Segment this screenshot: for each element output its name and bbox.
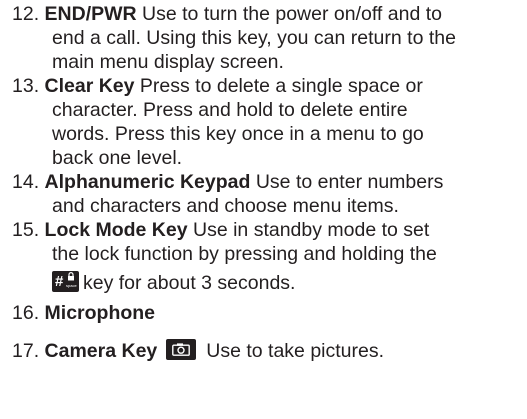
hash-symbol: # xyxy=(55,273,64,291)
item-number: 14. xyxy=(12,171,40,193)
item-text: Use to turn the power on/off and to xyxy=(142,3,442,25)
list-item-17: 17. Camera Key Use to take pictures. xyxy=(12,339,384,363)
camera-glyph xyxy=(172,343,191,357)
camera-icon xyxy=(166,339,197,361)
item-text: Use to take pictures. xyxy=(206,340,385,362)
item-term: Alphanumeric Keypad xyxy=(44,171,251,193)
hash-key-icon: # space xyxy=(52,271,79,293)
item-text: and characters and choose menu items. xyxy=(52,195,399,217)
item-term: Camera Key xyxy=(44,340,158,362)
item-term: END/PWR xyxy=(44,3,137,25)
item-term: Clear Key xyxy=(44,75,135,97)
item-text: Press to delete a single space or xyxy=(139,75,423,97)
item-text: Use in standby mode to set xyxy=(193,219,430,241)
space-label: space xyxy=(66,283,77,289)
item-text: the lock function by pressing and holdin… xyxy=(52,243,437,265)
item-text: back one level. xyxy=(52,147,183,169)
item-text-line: # space key for about 3 seconds. xyxy=(52,271,295,295)
manual-page: 12. END/PWR Use to turn the power on/off… xyxy=(0,0,527,419)
item-number: 12. xyxy=(12,3,40,25)
item-term: Lock Mode Key xyxy=(44,219,188,241)
item-number: 16. xyxy=(12,302,40,324)
list-item-13: 13. Clear Key Press to delete a single s… xyxy=(12,74,423,98)
item-number: 15. xyxy=(12,219,40,241)
item-text: key for about 3 seconds. xyxy=(83,272,296,294)
list-item-15: 15. Lock Mode Key Use in standby mode to… xyxy=(12,218,429,242)
item-text: end a call. Using this key, you can retu… xyxy=(52,27,456,49)
list-item-12: 12. END/PWR Use to turn the power on/off… xyxy=(12,2,442,26)
item-text: words. Press this key once in a menu to … xyxy=(52,123,424,145)
item-number: 13. xyxy=(12,75,40,97)
item-text: Use to enter numbers xyxy=(255,171,444,193)
list-item-14: 14. Alphanumeric Keypad Use to enter num… xyxy=(12,170,443,194)
item-text: main menu display screen. xyxy=(52,51,284,73)
item-term: Microphone xyxy=(44,302,156,324)
item-text: character. Press and hold to delete enti… xyxy=(52,99,408,121)
list-item-16: 16. Microphone xyxy=(12,301,155,325)
lock-icon xyxy=(68,272,74,281)
item-number: 17. xyxy=(12,340,40,362)
